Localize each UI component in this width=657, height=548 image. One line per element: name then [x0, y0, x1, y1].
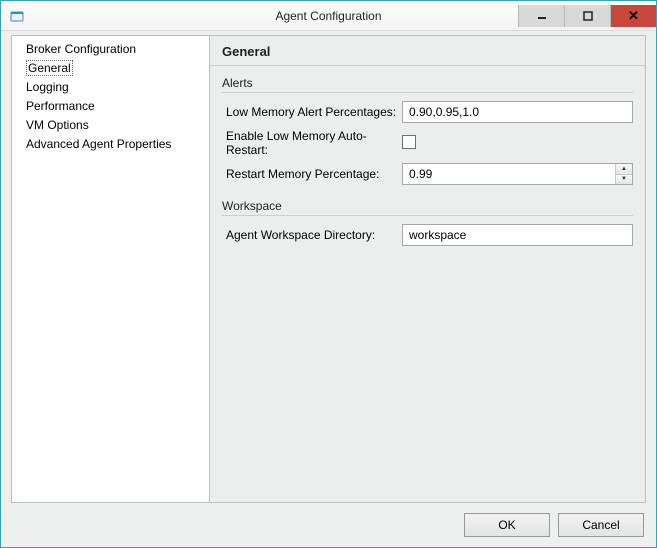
nav-item-vm-options[interactable]: VM Options: [12, 116, 209, 135]
nav-item-performance[interactable]: Performance: [12, 97, 209, 116]
label-restart-percentage: Restart Memory Percentage:: [222, 167, 402, 181]
nav-item-general[interactable]: General: [12, 59, 209, 78]
close-button[interactable]: ✕: [610, 5, 656, 27]
nav-item-advanced-agent-properties[interactable]: Advanced Agent Properties: [12, 135, 209, 154]
nav-tree[interactable]: Broker Configuration General Logging Per…: [12, 36, 210, 502]
checkbox-auto-restart[interactable]: [402, 135, 416, 149]
content-body: Alerts Low Memory Alert Percentages: Ena…: [210, 66, 645, 502]
nav-item-broker-configuration[interactable]: Broker Configuration: [12, 40, 209, 59]
row-auto-restart: Enable Low Memory Auto-Restart:: [222, 129, 633, 157]
dialog-window: Agent Configuration ✕ Broker Configurati…: [0, 0, 657, 548]
label-workspace-directory: Agent Workspace Directory:: [222, 228, 402, 242]
ok-button[interactable]: OK: [464, 513, 550, 537]
spinner-buttons: ▲ ▼: [615, 164, 632, 184]
input-workspace-directory[interactable]: [402, 224, 633, 246]
dialog-body: Broker Configuration General Logging Per…: [1, 31, 656, 547]
minimize-button[interactable]: [518, 5, 564, 27]
button-bar: OK Cancel: [11, 503, 646, 537]
titlebar[interactable]: Agent Configuration ✕: [1, 1, 656, 31]
maximize-button[interactable]: [564, 5, 610, 27]
app-icon: [9, 8, 25, 24]
cancel-button[interactable]: Cancel: [558, 513, 644, 537]
spinner-down-button[interactable]: ▼: [616, 175, 632, 185]
content-pane: General Alerts Low Memory Alert Percenta…: [210, 36, 645, 502]
row-restart-percentage: Restart Memory Percentage: ▲ ▼: [222, 163, 633, 185]
page-title: General: [210, 36, 645, 66]
group-alerts-title: Alerts: [222, 76, 633, 93]
group-workspace-title: Workspace: [222, 199, 633, 216]
nav-item-logging[interactable]: Logging: [12, 78, 209, 97]
group-alerts: Alerts Low Memory Alert Percentages: Ena…: [222, 76, 633, 185]
group-workspace: Workspace Agent Workspace Directory:: [222, 199, 633, 246]
spinner-restart-percentage[interactable]: ▲ ▼: [402, 163, 633, 185]
row-low-memory-percentages: Low Memory Alert Percentages:: [222, 101, 633, 123]
row-workspace-directory: Agent Workspace Directory:: [222, 224, 633, 246]
spinner-up-button[interactable]: ▲: [616, 164, 632, 175]
label-low-memory-percentages: Low Memory Alert Percentages:: [222, 105, 402, 119]
input-low-memory-percentages[interactable]: [402, 101, 633, 123]
main-split: Broker Configuration General Logging Per…: [11, 35, 646, 503]
label-auto-restart: Enable Low Memory Auto-Restart:: [222, 129, 402, 157]
window-controls: ✕: [518, 5, 656, 27]
input-restart-percentage[interactable]: [403, 164, 615, 184]
close-icon: ✕: [628, 8, 639, 24]
